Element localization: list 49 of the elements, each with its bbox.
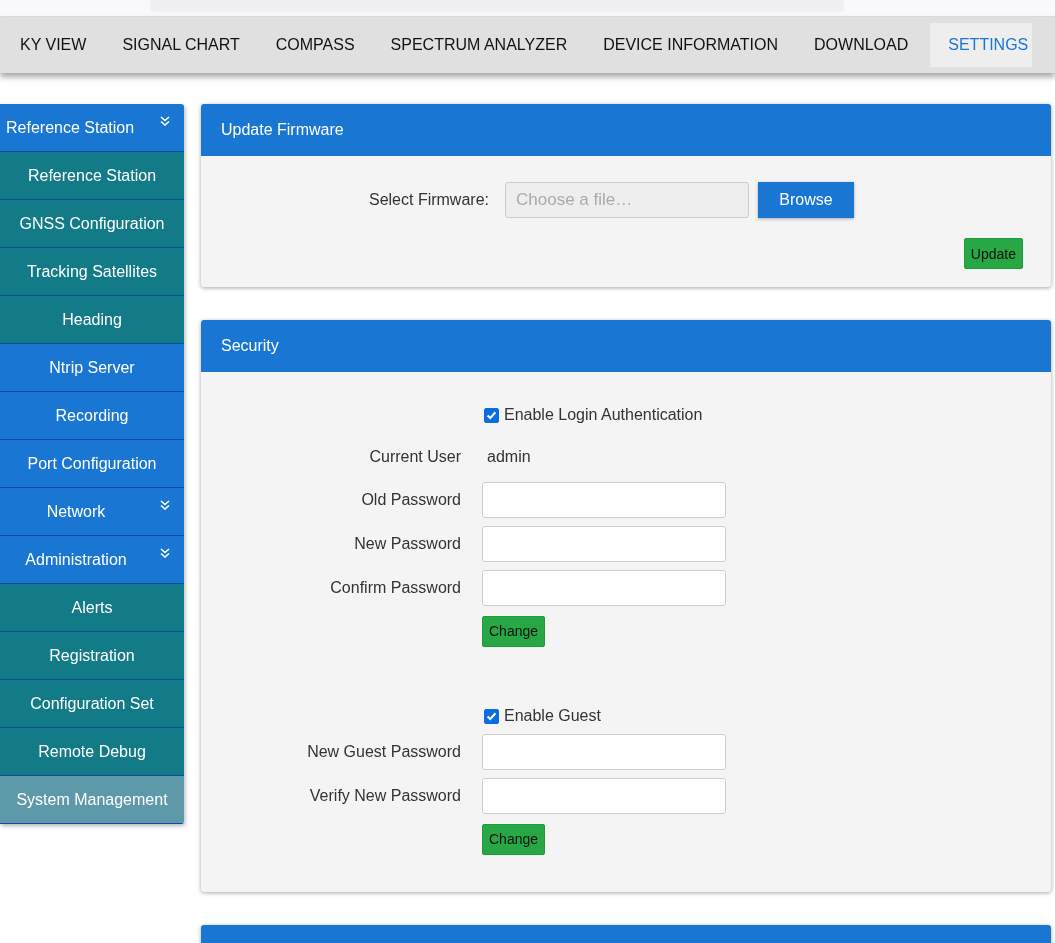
password-field[interactable] [482,526,726,562]
field-label: Verify New Password [308,787,461,805]
checkbox[interactable] [484,407,499,423]
change-button[interactable]: Change [482,823,546,855]
password-field[interactable] [482,570,726,606]
password-field[interactable] [482,778,726,814]
field-value: admin [487,448,531,466]
sidebar-item[interactable]: System Management [0,776,184,824]
sidebar-item[interactable]: Configuration Set [0,680,184,728]
panel-header: Update Firmware [201,104,1051,156]
nav-tab[interactable]: SIGNAL CHART [104,23,258,67]
password-field[interactable] [482,482,726,518]
sidebar-item[interactable]: Remote Debug [0,728,184,776]
double-chevron-icon [160,548,170,558]
change-button[interactable]: Change [482,615,546,647]
sidebar-item[interactable]: Recording [0,392,184,440]
field-label: New Guest Password [306,743,461,761]
checkbox-label: Enable Guest [504,707,601,725]
sidebar-item[interactable]: Alerts [0,584,184,632]
field-label: Current User [368,448,461,466]
field-label: Confirm Password [329,579,461,597]
nav-tab[interactable]: SPECTRUM ANALYZER [372,23,586,67]
sidebar-item[interactable]: Tracking Satellites [0,248,184,296]
field-label: Select Firmware: [367,191,489,209]
checkbox-label: Enable Login Authentication [504,406,703,424]
checkbox[interactable] [484,708,499,724]
sidebar-item[interactable]: Administration [0,536,184,584]
nav-tab[interactable]: DEVICE INFORMATION [585,23,797,67]
nav-tab[interactable]: DOWNLOAD [796,23,927,67]
browse-button[interactable]: Browse [758,182,854,218]
password-field[interactable] [482,734,726,770]
sidebar-item[interactable]: Reference Station [0,104,184,152]
field-label: New Password [353,535,461,553]
sidebar-item[interactable]: Heading [0,296,184,344]
file-input-field[interactable]: Choose a file… [505,182,749,218]
panel-header: Security [201,320,1051,372]
sidebar-item[interactable]: GNSS Configuration [0,200,184,248]
field-label: Old Password [360,491,461,509]
double-chevron-icon [160,116,170,126]
nav-tab[interactable]: COMPASS [257,23,373,67]
sidebar-item[interactable]: Port Configuration [0,440,184,488]
nav-tab[interactable]: SETTINGS [930,23,1033,67]
update-button[interactable]: Update [963,238,1023,269]
double-chevron-icon [160,500,170,510]
sidebar-item[interactable]: Ntrip Server [0,344,184,392]
sidebar-item[interactable]: Registration [0,632,184,680]
nav-tab[interactable]: KY VIEW [2,23,105,67]
sidebar-item[interactable]: Reference Station [0,152,184,200]
sidebar-item[interactable]: Network [0,488,184,536]
